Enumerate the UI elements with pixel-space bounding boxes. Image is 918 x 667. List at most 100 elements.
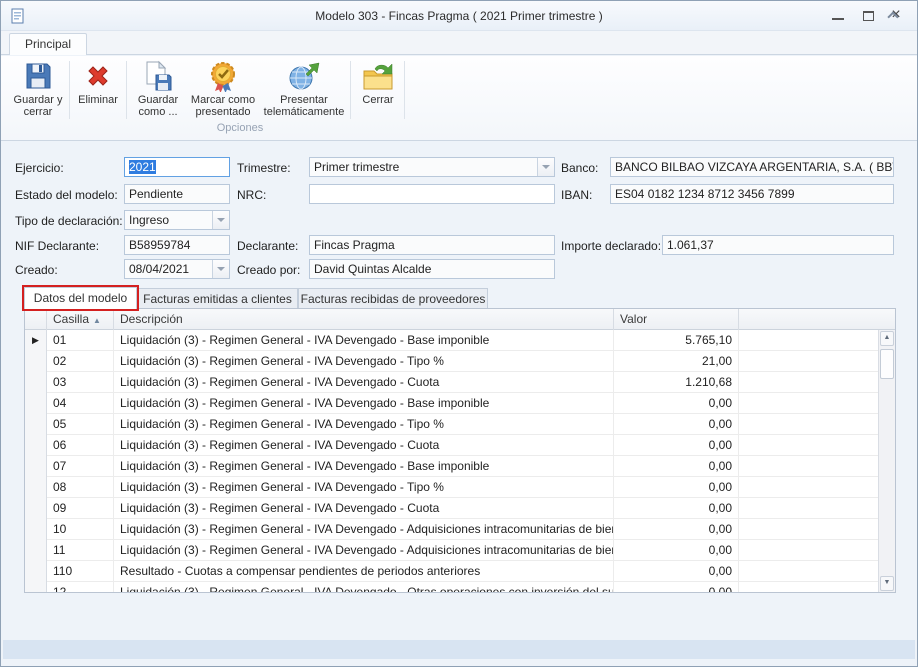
cell-casilla[interactable]: 09 — [47, 498, 114, 519]
table-row[interactable]: 02 Liquidación (3) - Regimen General - I… — [25, 351, 878, 372]
cell-valor[interactable]: 0,00 — [614, 456, 739, 477]
nif-declarante-label: NIF Declarante: — [15, 239, 99, 253]
table-row[interactable]: 09 Liquidación (3) - Regimen General - I… — [25, 498, 878, 519]
ejercicio-field[interactable]: 2021 — [124, 157, 230, 177]
cell-casilla[interactable]: 08 — [47, 477, 114, 498]
creado-por-field[interactable]: David Quintas Alcalde — [309, 259, 555, 279]
chevron-down-icon[interactable] — [212, 211, 229, 229]
cell-descripcion[interactable]: Liquidación (3) - Regimen General - IVA … — [114, 330, 614, 351]
table-row[interactable]: 08 Liquidación (3) - Regimen General - I… — [25, 477, 878, 498]
tipo-declaracion-dropdown[interactable]: Ingreso — [124, 210, 230, 230]
cell-casilla[interactable]: 02 — [47, 351, 114, 372]
table-row[interactable]: 04 Liquidación (3) - Regimen General - I… — [25, 393, 878, 414]
cell-casilla[interactable]: 05 — [47, 414, 114, 435]
cell-valor[interactable]: 0,00 — [614, 477, 739, 498]
close-form-button[interactable]: Cerrar — [354, 59, 402, 123]
datos-grid: Casilla▲ Descripción Valor ▶ 01 Liquidac… — [24, 308, 896, 593]
cell-casilla[interactable]: 03 — [47, 372, 114, 393]
cell-valor[interactable]: 0,00 — [614, 414, 739, 435]
row-indicator — [25, 519, 47, 540]
cell-casilla[interactable]: 04 — [47, 393, 114, 414]
nrc-label: NRC: — [237, 188, 266, 202]
iban-field[interactable]: ES04 0182 1234 8712 3456 7899 — [610, 184, 894, 204]
maximize-button[interactable] — [855, 6, 881, 26]
cell-descripcion[interactable]: Resultado - Cuotas a compensar pendiente… — [114, 561, 614, 582]
creado-value: 08/04/2021 — [129, 262, 189, 276]
tab-facturas-recibidas[interactable]: Facturas recibidas de proveedores — [298, 288, 488, 309]
table-row[interactable]: 12 Liquidación (3) - Regimen General - I… — [25, 582, 878, 593]
table-row[interactable]: 10 Liquidación (3) - Regimen General - I… — [25, 519, 878, 540]
table-row[interactable]: 07 Liquidación (3) - Regimen General - I… — [25, 456, 878, 477]
save-and-close-button[interactable]: Guardar y cerrar — [9, 59, 67, 123]
cell-valor[interactable]: 1.210,68 — [614, 372, 739, 393]
table-row[interactable]: 05 Liquidación (3) - Regimen General - I… — [25, 414, 878, 435]
creado-date-dropdown[interactable]: 08/04/2021 — [124, 259, 230, 279]
trimestre-dropdown[interactable]: Primer trimestre — [309, 157, 555, 177]
minimize-button[interactable] — [825, 6, 851, 26]
declarante-field[interactable]: Fincas Pragma — [309, 235, 555, 255]
scroll-up-button[interactable]: ▲ — [880, 331, 894, 346]
table-row[interactable]: 06 Liquidación (3) - Regimen General - I… — [25, 435, 878, 456]
table-row[interactable]: 11 Liquidación (3) - Regimen General - I… — [25, 540, 878, 561]
cell-valor[interactable]: 0,00 — [614, 519, 739, 540]
cell-casilla[interactable]: 12 — [47, 582, 114, 593]
cell-descripcion[interactable]: Liquidación (3) - Regimen General - IVA … — [114, 582, 614, 593]
cell-descripcion[interactable]: Liquidación (3) - Regimen General - IVA … — [114, 435, 614, 456]
cell-empty — [739, 330, 878, 351]
nif-declarante-field[interactable]: B58959784 — [124, 235, 230, 255]
banco-field[interactable]: BANCO BILBAO VIZCAYA ARGENTARIA, S.A. ( … — [610, 157, 894, 177]
header-casilla[interactable]: Casilla▲ — [47, 309, 114, 330]
cell-descripcion[interactable]: Liquidación (3) - Regimen General - IVA … — [114, 414, 614, 435]
cell-casilla[interactable]: 07 — [47, 456, 114, 477]
cell-valor[interactable]: 0,00 — [614, 540, 739, 561]
estado-label: Estado del modelo: — [15, 188, 118, 202]
cell-valor[interactable]: 0,00 — [614, 435, 739, 456]
save-as-button[interactable]: Guardar como ... — [130, 59, 186, 123]
cell-descripcion[interactable]: Liquidación (3) - Regimen General - IVA … — [114, 540, 614, 561]
table-row[interactable]: 110 Resultado - Cuotas a compensar pendi… — [25, 561, 878, 582]
cell-descripcion[interactable]: Liquidación (3) - Regimen General - IVA … — [114, 477, 614, 498]
cell-casilla[interactable]: 01 — [47, 330, 114, 351]
present-online-button[interactable]: Presentar telemáticamente — [260, 59, 348, 123]
cell-valor[interactable]: 5.765,10 — [614, 330, 739, 351]
scroll-down-button[interactable]: ▼ — [880, 576, 894, 591]
mark-presented-button[interactable]: Marcar como presentado — [188, 59, 258, 123]
table-row[interactable]: 03 Liquidación (3) - Regimen General - I… — [25, 372, 878, 393]
globe-icon — [288, 60, 320, 92]
cell-valor[interactable]: 0,00 — [614, 393, 739, 414]
close-folder-icon — [362, 60, 394, 92]
estado-value: Pendiente — [129, 187, 183, 201]
cell-descripcion[interactable]: Liquidación (3) - Regimen General - IVA … — [114, 519, 614, 540]
cell-casilla[interactable]: 110 — [47, 561, 114, 582]
estado-field[interactable]: Pendiente — [124, 184, 230, 204]
header-indicator — [25, 309, 47, 330]
header-valor[interactable]: Valor — [614, 309, 739, 330]
cell-valor[interactable]: 0,00 — [614, 498, 739, 519]
cell-casilla[interactable]: 06 — [47, 435, 114, 456]
grid-header: Casilla▲ Descripción Valor — [25, 309, 895, 330]
cell-casilla[interactable]: 11 — [47, 540, 114, 561]
cell-descripcion[interactable]: Liquidación (3) - Regimen General - IVA … — [114, 351, 614, 372]
nrc-field[interactable] — [309, 184, 555, 204]
tab-principal[interactable]: Principal — [9, 33, 87, 55]
ribbon-separator — [69, 61, 70, 119]
tab-datos-del-modelo[interactable]: Datos del modelo — [24, 287, 137, 309]
cell-casilla[interactable]: 10 — [47, 519, 114, 540]
cell-descripcion[interactable]: Liquidación (3) - Regimen General - IVA … — [114, 456, 614, 477]
scrollbar-thumb[interactable] — [880, 349, 894, 379]
importe-declarado-field[interactable]: 1.061,37 — [662, 235, 894, 255]
cell-descripcion[interactable]: Liquidación (3) - Regimen General - IVA … — [114, 498, 614, 519]
tab-facturas-emitidas[interactable]: Facturas emitidas a clientes — [137, 288, 298, 309]
delete-button[interactable]: Eliminar — [72, 59, 124, 123]
cell-valor[interactable]: 0,00 — [614, 561, 739, 582]
table-row[interactable]: ▶ 01 Liquidación (3) - Regimen General -… — [25, 330, 878, 351]
vertical-scrollbar[interactable]: ▲ ▼ — [878, 330, 895, 592]
chevron-down-icon[interactable] — [537, 158, 554, 176]
cell-valor[interactable]: 0,00 — [614, 582, 739, 593]
cell-descripcion[interactable]: Liquidación (3) - Regimen General - IVA … — [114, 393, 614, 414]
header-descripcion[interactable]: Descripción — [114, 309, 614, 330]
chevron-down-icon[interactable] — [212, 260, 229, 278]
cell-descripcion[interactable]: Liquidación (3) - Regimen General - IVA … — [114, 372, 614, 393]
cell-valor[interactable]: 21,00 — [614, 351, 739, 372]
delete-icon — [82, 60, 114, 92]
